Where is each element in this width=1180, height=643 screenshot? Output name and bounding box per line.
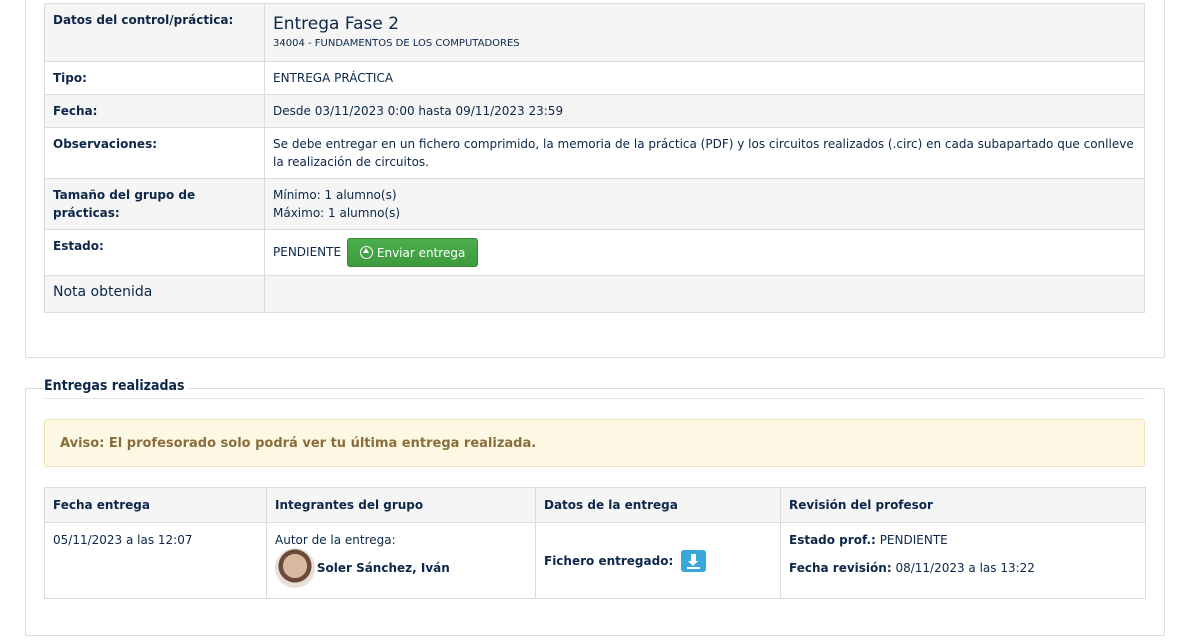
send-delivery-label: Enviar entrega [376, 245, 466, 260]
prof-status-value: PENDIENTE [879, 533, 948, 547]
control-course: 34004 - FUNDAMENTOS DE LOS COMPUTADORES [273, 38, 520, 49]
review-date-label: Fecha revisión: [789, 561, 892, 575]
obs-value: Se debe entregar en un fichero comprimid… [264, 127, 1145, 179]
legend-divider [44, 398, 1145, 399]
send-delivery-button[interactable]: Enviar entrega [346, 238, 479, 267]
estado-label: Estado: [44, 229, 265, 276]
tipo-value: ENTREGA PRÁCTICA [264, 61, 1145, 95]
fecha-label: Fecha: [44, 94, 265, 128]
header-revision: Revisión del profesor [780, 487, 1146, 523]
nota-value [264, 275, 1145, 313]
estado-value: PENDIENTE [273, 245, 342, 259]
avatar [275, 548, 315, 588]
table-row: 05/11/2023 a las 12:07 Autor de la entre… [44, 522, 1146, 599]
header-fecha: Fecha entrega [44, 487, 267, 523]
prof-status-label: Estado prof.: [789, 533, 876, 547]
row-fecha: Fecha: Desde 03/11/2023 0:00 hasta 09/11… [44, 94, 1145, 128]
review-date-value: 08/11/2023 a las 13:22 [895, 561, 1035, 575]
row-nota: Nota obtenida [44, 275, 1145, 313]
header-integrantes: Integrantes del grupo [266, 487, 536, 523]
author-label: Autor de la entrega: [275, 533, 396, 547]
obs-label: Observaciones: [44, 127, 265, 179]
row-control: Datos del control/práctica: Entrega Fase… [44, 3, 1145, 62]
group-min: Mínimo: 1 alumno(s) [273, 188, 397, 202]
upload-circle-icon [359, 246, 373, 259]
row-observaciones: Observaciones: Se debe entregar en un fi… [44, 127, 1145, 179]
tipo-label: Tipo: [44, 61, 265, 95]
control-label: Datos del control/práctica: [44, 3, 265, 62]
author-name: Soler Sánchez, Iván [316, 561, 450, 575]
fecha-value: Desde 03/11/2023 0:00 hasta 09/11/2023 2… [264, 94, 1145, 128]
deliveries-header-row: Fecha entrega Integrantes del grupo Dato… [44, 487, 1146, 523]
group-label: Tamaño del grupo de prácticas: [44, 178, 265, 230]
deliveries-table: Fecha entrega Integrantes del grupo Dato… [44, 487, 1146, 599]
row-estado: Estado: PENDIENTE Enviar entrega [44, 229, 1145, 276]
row-tipo: Tipo: ENTREGA PRÁCTICA [44, 61, 1145, 95]
last-delivery-alert: Aviso: El profesorado solo podrá ver tu … [44, 419, 1145, 467]
header-datos: Datos de la entrega [535, 487, 781, 523]
nota-label: Nota obtenida [44, 275, 265, 313]
delivery-date: 05/11/2023 a las 12:07 [44, 522, 267, 599]
row-group-size: Tamaño del grupo de prácticas: Mínimo: 1… [44, 178, 1145, 230]
download-icon[interactable] [681, 549, 707, 572]
control-details-table: Datos del control/práctica: Entrega Fase… [44, 3, 1145, 313]
file-label: Fichero entregado: [544, 553, 674, 568]
group-max: Máximo: 1 alumno(s) [273, 206, 401, 220]
deliveries-legend: Entregas realizadas [44, 378, 189, 394]
control-title: Entrega Fase 2 [273, 14, 400, 34]
